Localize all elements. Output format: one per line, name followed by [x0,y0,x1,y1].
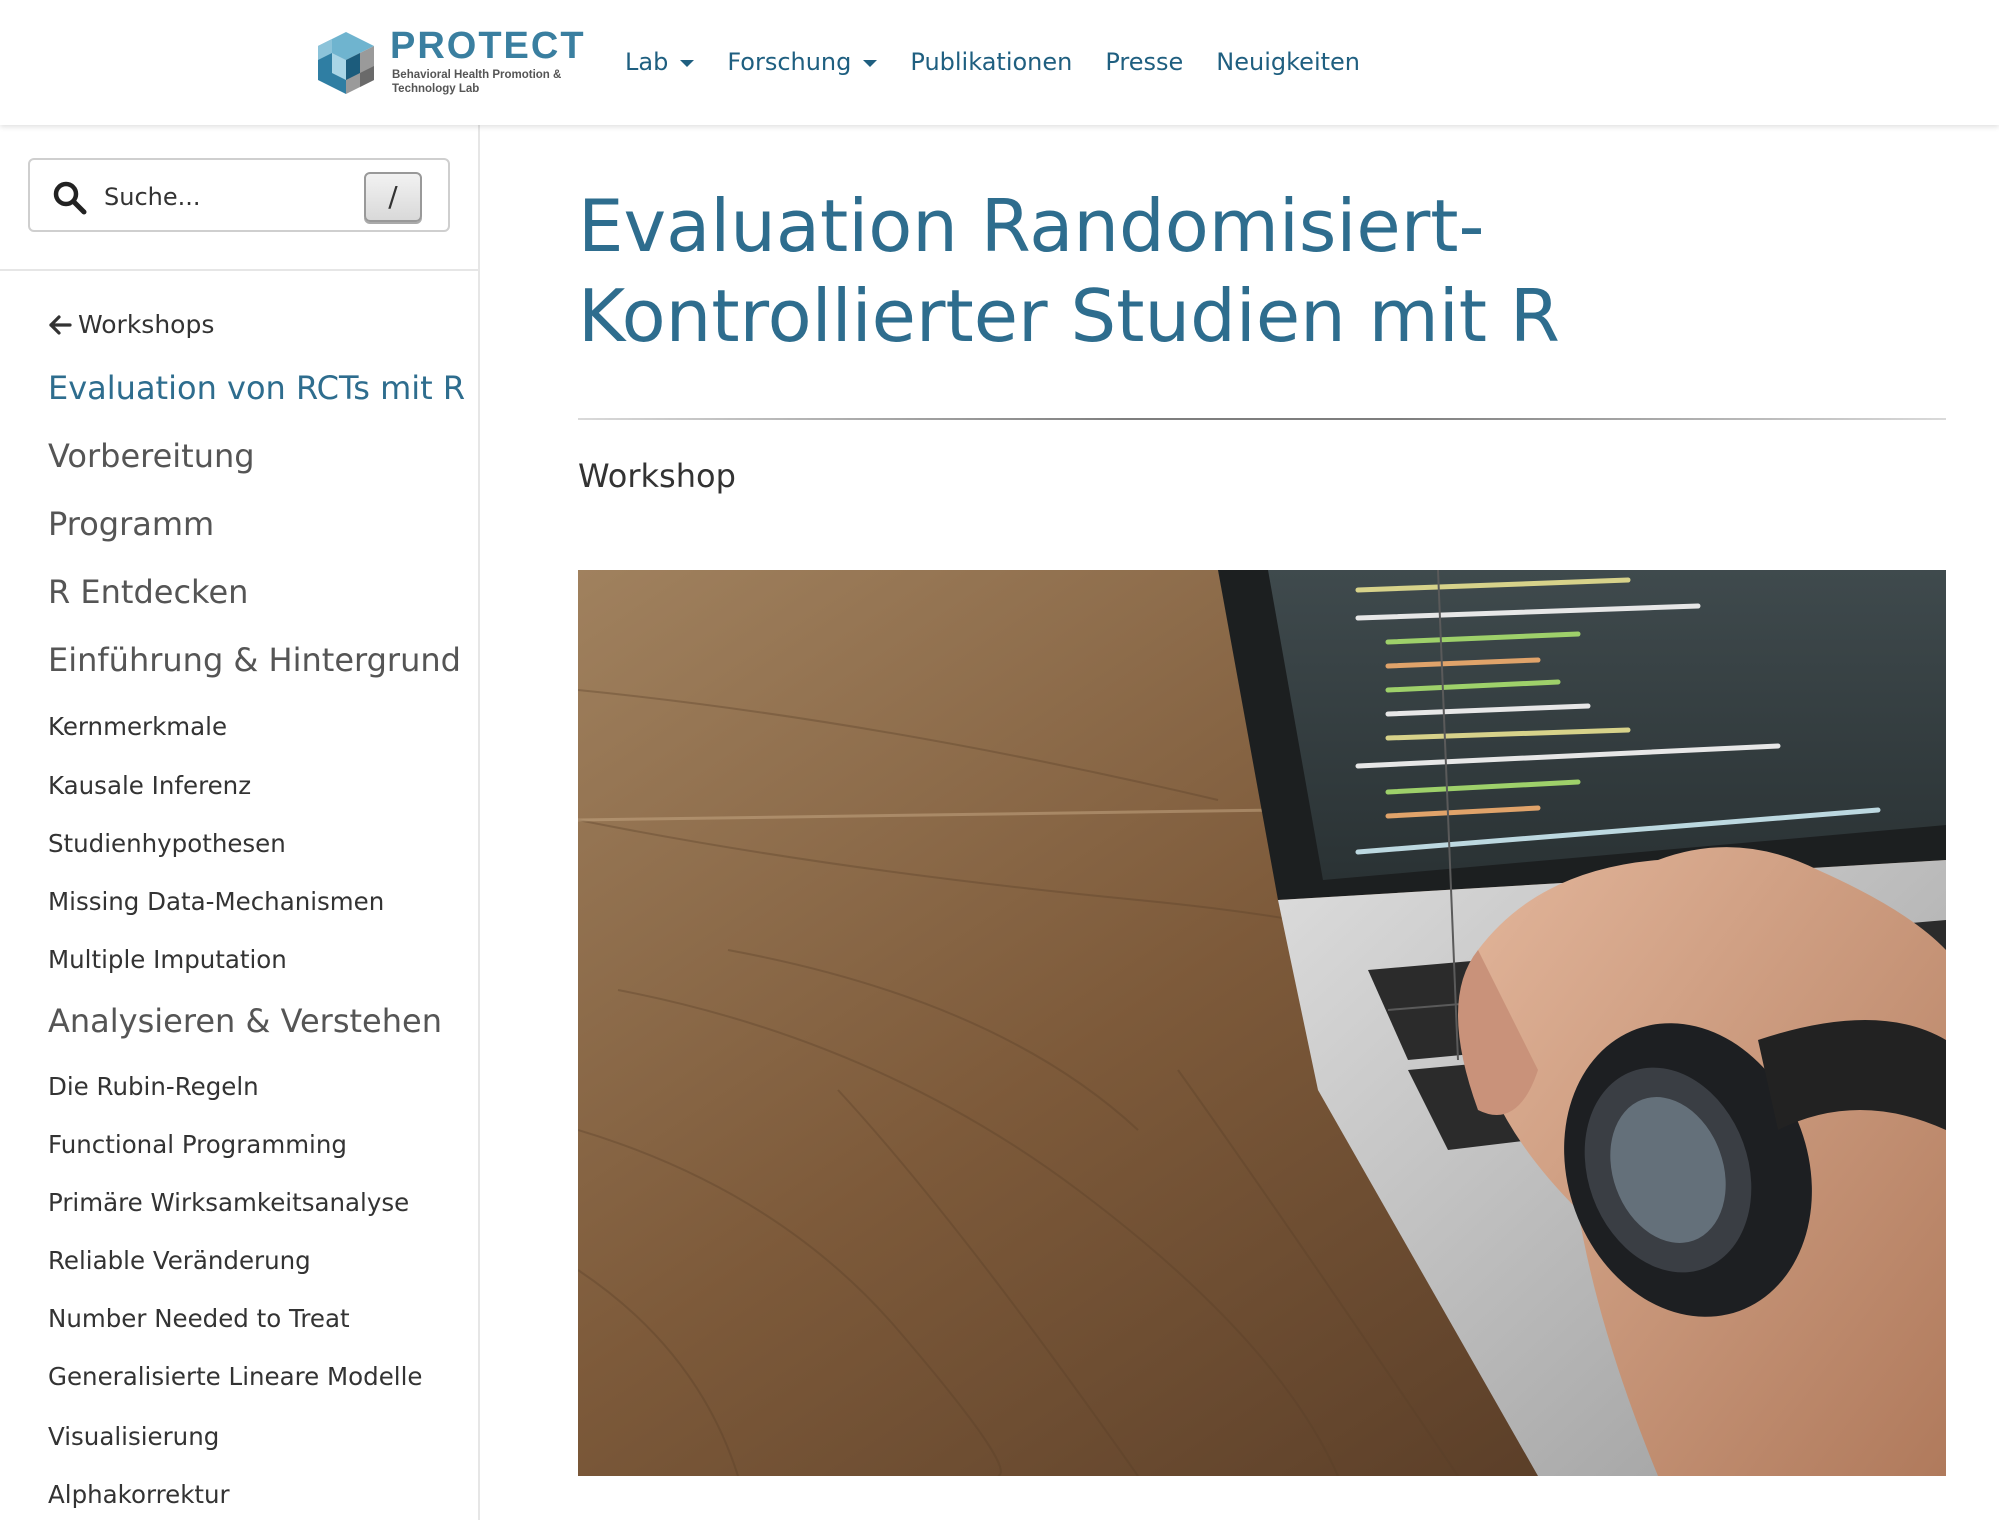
sidebar-item-programm[interactable]: Programm [48,505,214,543]
sidebar: / Workshops Evaluation von RCTs mit R Vo… [0,125,480,1520]
sidebar-item-r-entdecken[interactable]: R Entdecken [48,573,248,611]
sidebar-item-primaere-wirksamkeit[interactable]: Primäre Wirksamkeitsanalyse [48,1188,409,1217]
logo-subtitle: Behavioral Health Promotion & Technology… [392,69,562,95]
nav-neuigkeiten[interactable]: Neuigkeiten [1216,42,1360,82]
sidebar-item-nnt[interactable]: Number Needed to Treat [48,1304,350,1333]
main-nav: Lab Forschung Publikationen Presse Neuig… [625,42,1393,82]
hero-image [578,570,1946,1476]
cube-logo-icon [318,32,374,94]
protect-logo[interactable]: PROTECT Behavioral Health Promotion & Te… [310,26,584,102]
nav-lab-label: Lab [625,48,669,76]
sidebar-item-kernmerkmale[interactable]: Kernmerkmale [48,712,227,741]
chevron-down-icon [680,59,695,67]
sidebar-item-missing-data[interactable]: Missing Data-Mechanismen [48,887,384,916]
sidebar-item-glm[interactable]: Generalisierte Lineare Modelle [48,1362,422,1391]
arrow-left-icon [49,315,72,335]
nav-publikationen[interactable]: Publikationen [910,42,1072,82]
sidebar-item-studienhypothesen[interactable]: Studienhypothesen [48,829,286,858]
search-input[interactable] [102,174,376,220]
back-label: Workshops [78,310,215,339]
search-section: / [0,125,478,271]
logo-wordmark: PROTECT [390,25,586,67]
nav-forschung-label: Forschung [727,48,852,76]
search-icon [53,181,87,215]
page-subtitle: Workshop [578,457,736,495]
sidebar-item-reliable-veraenderung[interactable]: Reliable Veränderung [48,1246,311,1275]
title-divider [578,418,1946,420]
nav-forschung[interactable]: Forschung [727,42,878,82]
laptop-on-desk-illustration [578,570,1946,1476]
nav-presse[interactable]: Presse [1105,42,1183,82]
search-box[interactable]: / [28,158,450,232]
chevron-down-icon [863,59,878,67]
sidebar-item-evaluation-rcts[interactable]: Evaluation von RCTs mit R [48,369,465,407]
sidebar-item-kausale-inferenz[interactable]: Kausale Inferenz [48,771,251,800]
sidebar-item-vorbereitung[interactable]: Vorbereitung [48,437,255,475]
sidebar-item-visualisierung[interactable]: Visualisierung [48,1422,219,1451]
back-to-workshops-link[interactable]: Workshops [48,310,214,339]
sidebar-item-einfuehrung[interactable]: Einführung & Hintergrund [48,641,461,679]
sidebar-item-alphakorrektur[interactable]: Alphakorrektur [48,1480,230,1509]
nav-lab[interactable]: Lab [625,42,695,82]
sidebar-item-analysieren[interactable]: Analysieren & Verstehen [48,1002,442,1040]
search-shortcut-key: / [364,172,422,222]
sidebar-item-multiple-imputation[interactable]: Multiple Imputation [48,945,287,974]
sidebar-item-functional-programming[interactable]: Functional Programming [48,1130,347,1159]
sidebar-item-rubin-regeln[interactable]: Die Rubin-Regeln [48,1072,259,1101]
top-navbar: PROTECT Behavioral Health Promotion & Te… [0,0,1999,125]
page-title: Evaluation Randomisiert-Kontrollierter S… [578,184,1560,358]
